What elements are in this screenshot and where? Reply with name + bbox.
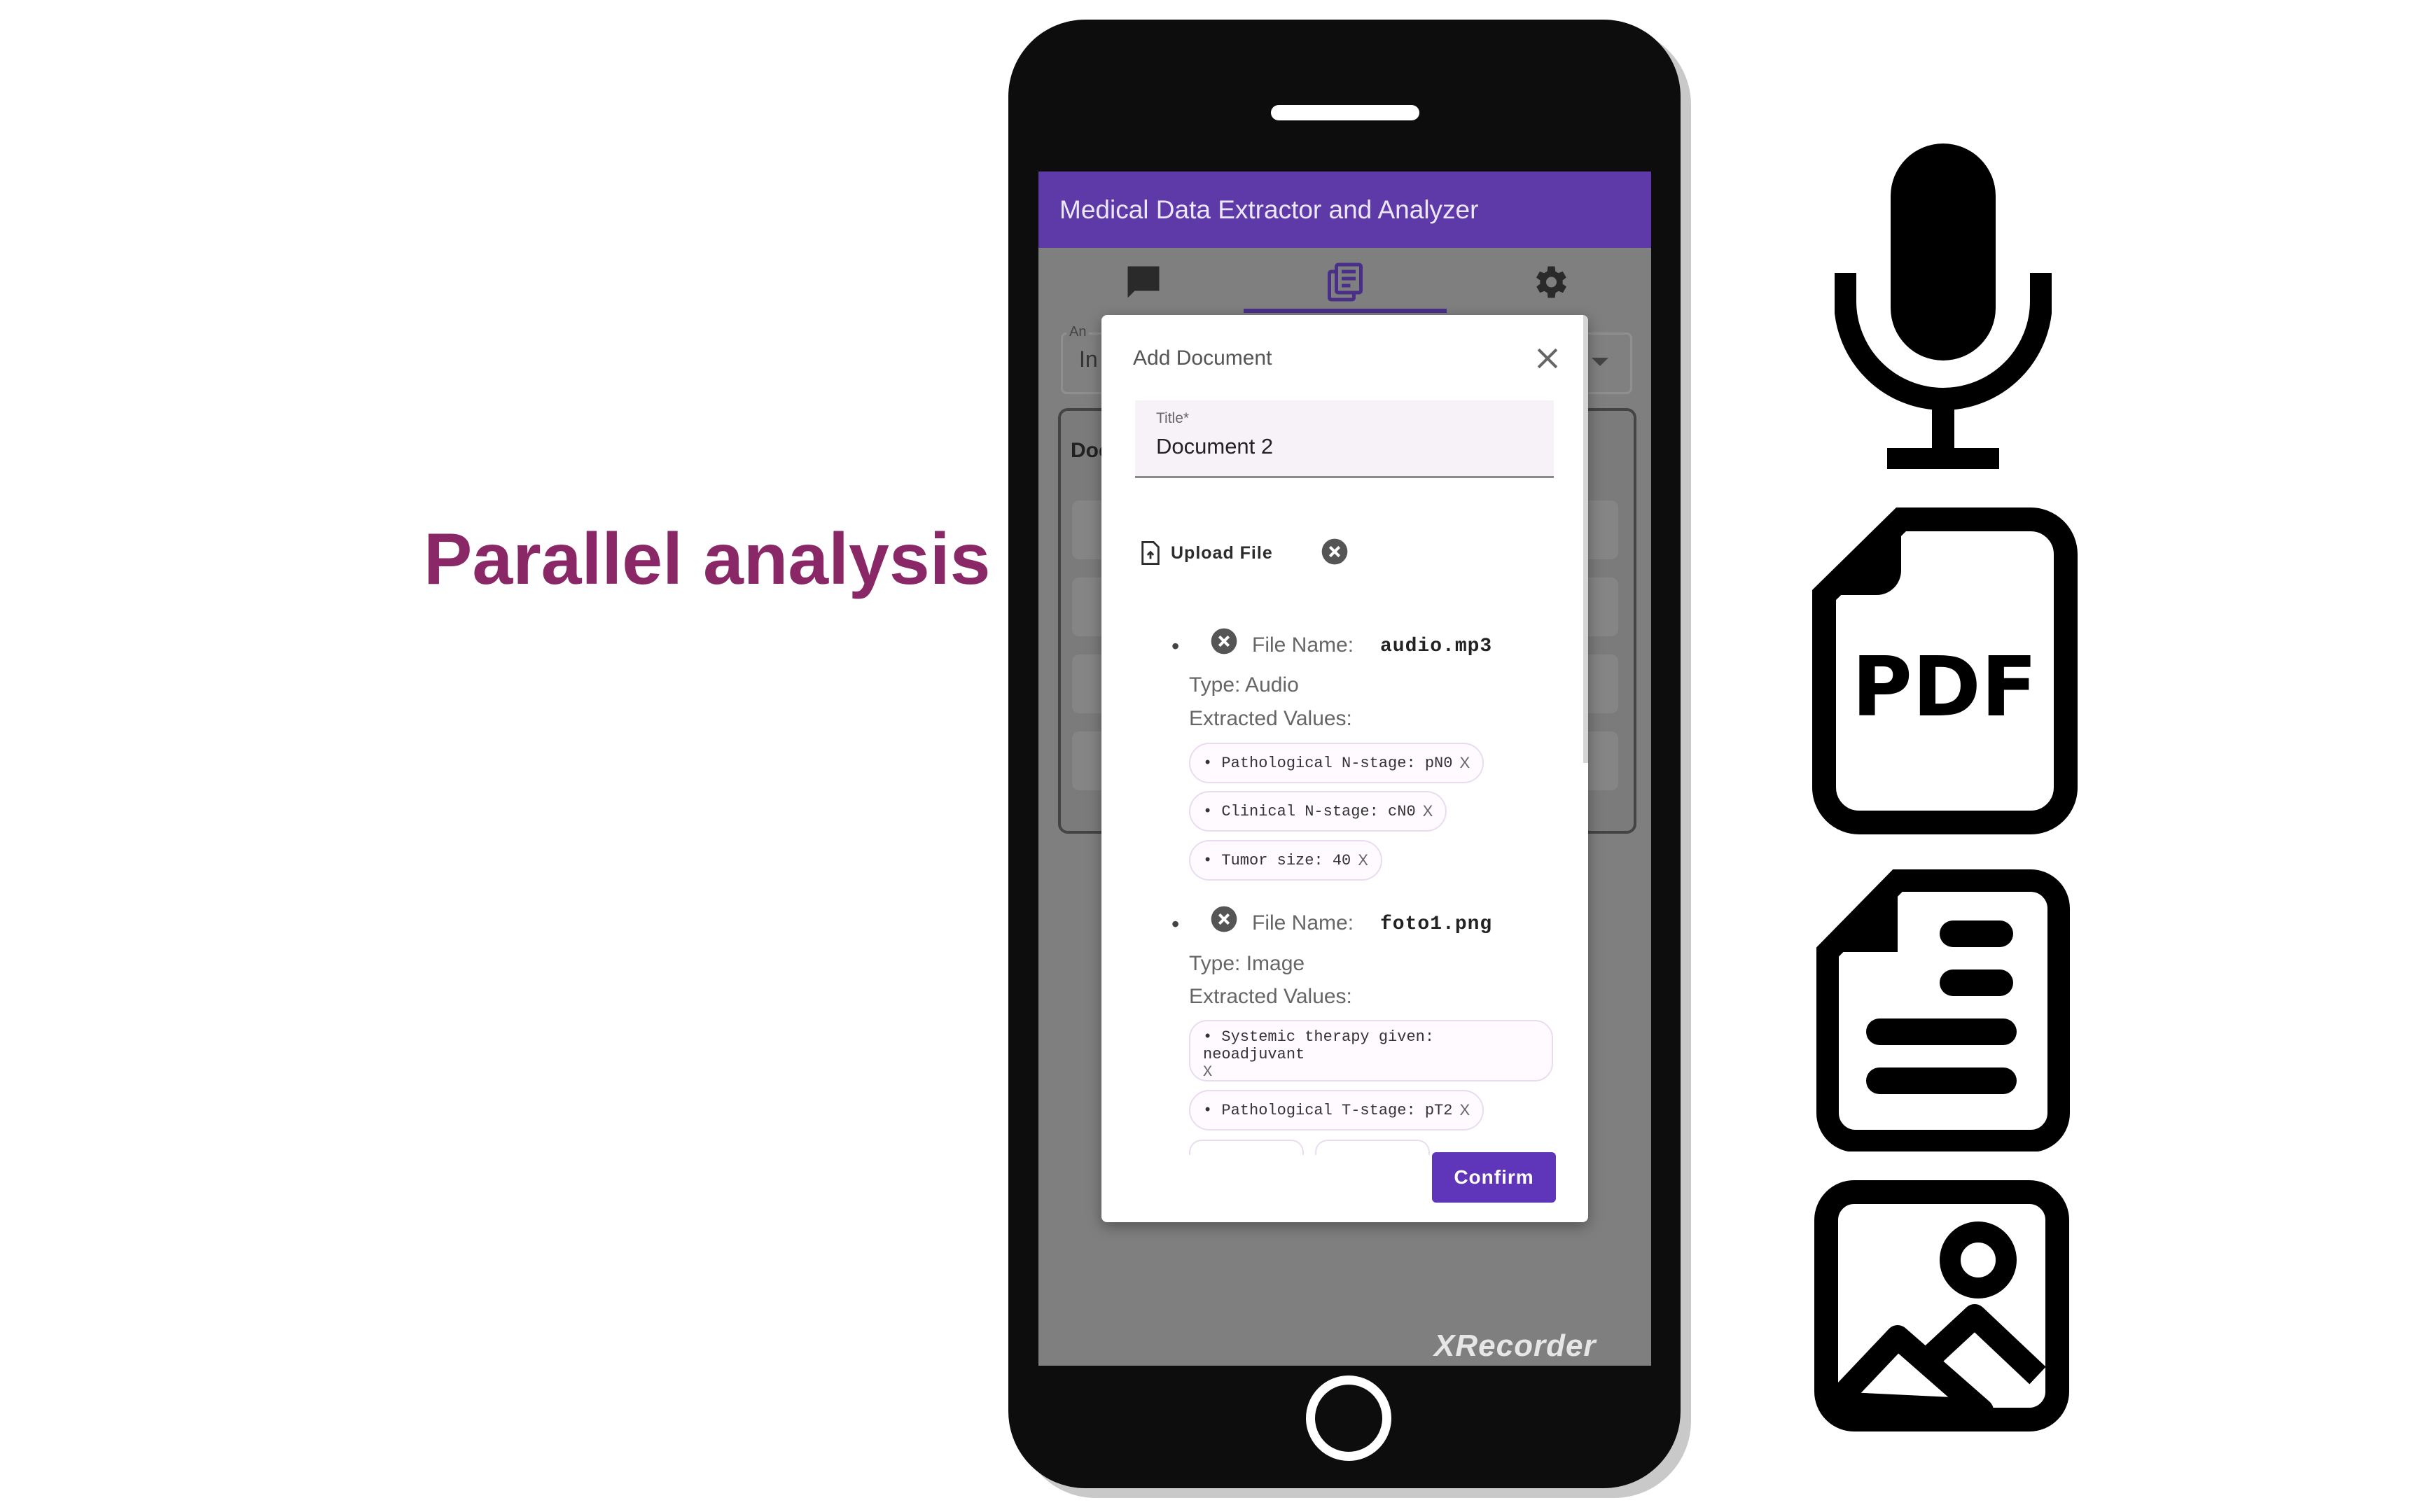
- phone-speaker: [1271, 105, 1419, 120]
- extracted-value-chip[interactable]: • Clinical N-stage: cN0 X: [1189, 791, 1447, 832]
- remove-file-icon[interactable]: [1210, 627, 1238, 655]
- extracted-values-label: Extracted Values:: [1189, 707, 1352, 730]
- image-icon: [1814, 1180, 2069, 1432]
- chip-remove[interactable]: X: [1423, 802, 1433, 820]
- add-document-dialog: Add Document Title* Document 2 Upload Fi…: [1101, 315, 1588, 1222]
- watermark: XRecorder: [1434, 1329, 1597, 1363]
- extracted-value-chip[interactable]: • Pathological T-stage: pT2 X: [1189, 1090, 1484, 1130]
- app-bar: Medical Data Extractor and Analyzer: [1038, 172, 1651, 248]
- text-document-icon: [1816, 869, 2070, 1152]
- upload-file-label: Upload File: [1171, 542, 1273, 563]
- file-upload-icon: [1141, 541, 1160, 565]
- chip-label: • Pathological N-stage: pN0: [1203, 754, 1453, 772]
- chip-remove[interactable]: X: [1358, 851, 1368, 869]
- file-type: Type: Image: [1189, 952, 1305, 975]
- document-list-icon[interactable]: [1324, 261, 1366, 303]
- clear-upload-icon[interactable]: [1321, 538, 1349, 566]
- chip-remove[interactable]: X: [1203, 1063, 1212, 1081]
- file-name-value: foto1.png: [1380, 913, 1493, 935]
- chip-label: • Systemic therapy given: neoadjuvant X: [1203, 1028, 1435, 1081]
- list-bullet: •: [1171, 911, 1180, 937]
- app-title: Medical Data Extractor and Analyzer: [1059, 195, 1479, 224]
- extracted-value-chip[interactable]: [1315, 1140, 1430, 1155]
- file-name-value: audio.mp3: [1380, 636, 1493, 657]
- dialog-title: Add Document: [1133, 346, 1272, 370]
- analysis-select-value: In: [1079, 346, 1098, 372]
- list-bullet: •: [1171, 634, 1180, 659]
- extracted-value-chip[interactable]: • Systemic therapy given: neoadjuvant X: [1189, 1020, 1553, 1082]
- analysis-select-label: An: [1066, 324, 1090, 340]
- headline: Parallel analysis: [424, 519, 991, 600]
- tab-indicator: [1244, 309, 1447, 313]
- pdf-file-icon: PDF: [1812, 507, 2078, 834]
- chip-label: • Pathological T-stage: pT2: [1203, 1101, 1453, 1119]
- microphone-icon: [1835, 144, 2052, 469]
- chevron-down-icon[interactable]: [1592, 358, 1608, 366]
- title-input[interactable]: Title* Document 2: [1135, 400, 1554, 478]
- file-name-label: File Name:: [1252, 911, 1354, 934]
- chat-icon[interactable]: [1122, 261, 1164, 303]
- title-input-label: Title*: [1156, 410, 1190, 426]
- pdf-file-icon-text: PDF: [1851, 638, 2037, 735]
- gear-icon[interactable]: [1529, 261, 1571, 303]
- extracted-values-label: Extracted Values:: [1189, 985, 1352, 1008]
- dialog-scrollbar[interactable]: [1583, 315, 1588, 763]
- chip-label: • Tumor size: 40: [1203, 851, 1351, 869]
- extracted-value-chip[interactable]: • Pathological N-stage: pN0 X: [1189, 743, 1484, 783]
- chip-remove[interactable]: X: [1459, 754, 1470, 772]
- extracted-value-chip[interactable]: • Tumor size: 40 X: [1189, 840, 1382, 881]
- remove-file-icon[interactable]: [1210, 905, 1238, 933]
- extracted-value-chip[interactable]: [1189, 1140, 1304, 1155]
- close-icon[interactable]: [1532, 343, 1563, 374]
- confirm-button[interactable]: Confirm: [1432, 1152, 1556, 1203]
- file-type: Type: Audio: [1189, 673, 1299, 696]
- chip-label: • Clinical N-stage: cN0: [1203, 802, 1416, 820]
- file-name-label: File Name:: [1252, 634, 1354, 657]
- phone-home-button[interactable]: [1306, 1376, 1391, 1461]
- chip-remove[interactable]: X: [1459, 1101, 1470, 1119]
- upload-file-button[interactable]: Upload File: [1140, 536, 1273, 570]
- title-input-value[interactable]: Document 2: [1156, 434, 1273, 459]
